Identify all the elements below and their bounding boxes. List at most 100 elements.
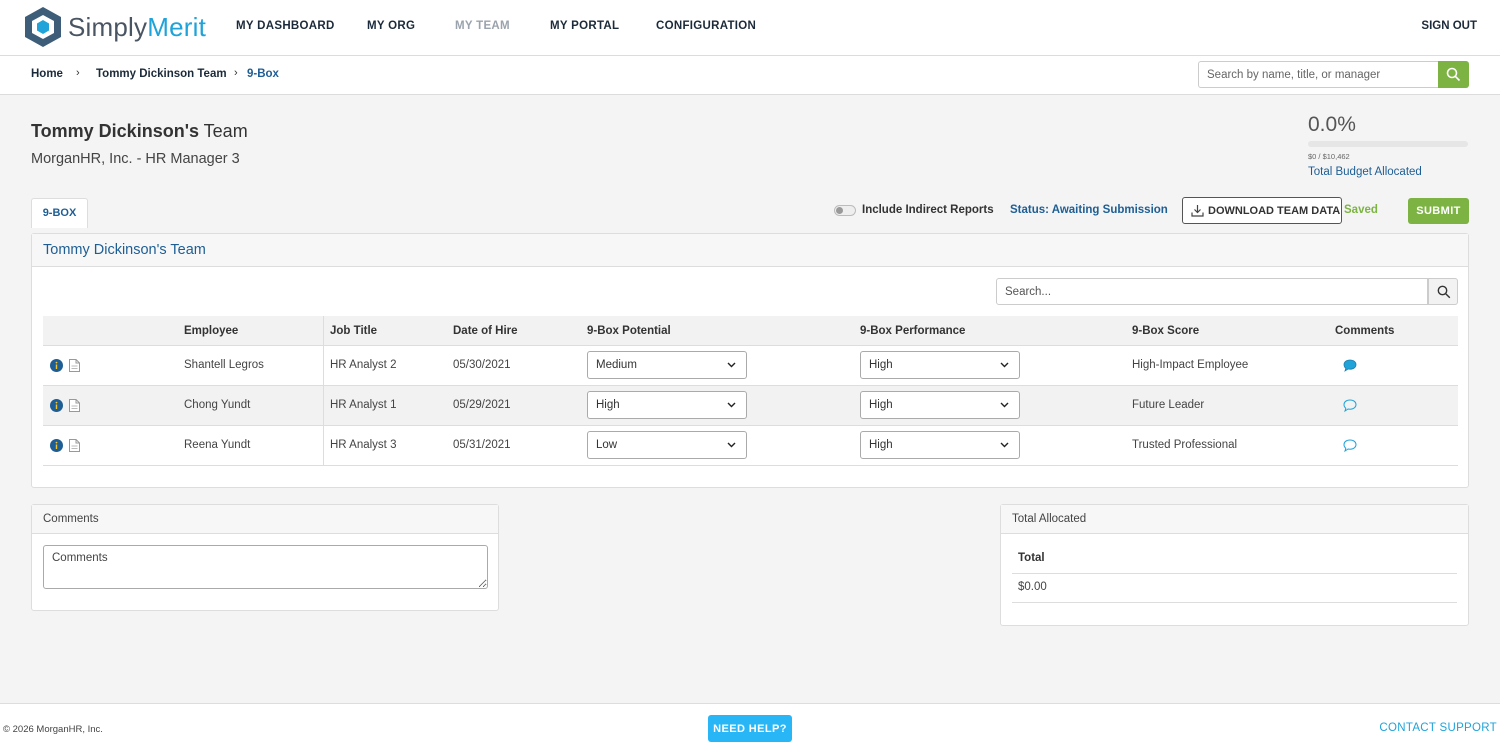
comment-outline-icon[interactable]	[1343, 439, 1357, 452]
performance-select[interactable]: High	[860, 351, 1020, 379]
breadcrumb-bar: Home › Tommy Dickinson Team › 9-Box	[0, 56, 1500, 95]
chevron-right-icon: ›	[234, 67, 238, 79]
chevron-down-icon	[1000, 402, 1009, 408]
include-indirect-toggle[interactable]	[834, 205, 856, 216]
document-icon[interactable]	[69, 439, 80, 452]
header-comments[interactable]: Comments	[1335, 325, 1394, 337]
total-label: Total	[1018, 552, 1045, 564]
total-allocated-title: Total Allocated	[1012, 513, 1087, 525]
total-allocated-panel: Total Allocated Total $0.00	[1000, 504, 1469, 626]
chevron-right-icon: ›	[76, 67, 80, 79]
table-row: Shantell Legros HR Analyst 2 05/30/2021 …	[43, 346, 1458, 386]
employee-name: Shantell Legros	[184, 359, 264, 371]
table-search-input[interactable]	[996, 278, 1428, 305]
employee-name: Chong Yundt	[184, 399, 251, 411]
potential-select[interactable]: High	[587, 391, 747, 419]
sign-out-link[interactable]: SIGN OUT	[1421, 20, 1477, 32]
need-help-button[interactable]: NEED HELP?	[708, 715, 792, 742]
budget-amount: $0 / $10,462	[1308, 152, 1350, 161]
job-title: HR Analyst 3	[330, 439, 397, 451]
total-value: $0.00	[1018, 581, 1047, 593]
status-text: Status: Awaiting Submission	[1010, 204, 1168, 216]
budget-percent: 0.0%	[1308, 113, 1356, 136]
job-title: HR Analyst 1	[330, 399, 397, 411]
page-subtitle: MorganHR, Inc. - HR Manager 3	[31, 151, 240, 167]
header-employee[interactable]: Employee	[184, 325, 238, 337]
breadcrumb-home[interactable]: Home	[31, 68, 63, 80]
nine-box-score: Trusted Professional	[1132, 439, 1238, 451]
team-panel-title: Tommy Dickinson's Team	[43, 242, 206, 258]
global-search-button[interactable]	[1438, 61, 1469, 88]
column-divider	[323, 316, 324, 466]
info-icon[interactable]	[50, 359, 63, 372]
nine-box-score: Future Leader	[1132, 399, 1205, 411]
global-search-input[interactable]	[1198, 61, 1438, 88]
hire-date: 05/29/2021	[453, 399, 511, 411]
hexagon-cube-icon	[25, 7, 61, 47]
employee-name: Reena Yundt	[184, 439, 251, 451]
breadcrumb-9-box: 9-Box	[247, 68, 279, 80]
nav-my-team[interactable]: MY TEAM	[455, 20, 510, 32]
comments-panel-title: Comments	[43, 513, 99, 525]
nav-configuration[interactable]: CONFIGURATION	[656, 20, 756, 32]
page-title: Tommy Dickinson's Team	[31, 121, 248, 141]
performance-select[interactable]: High	[860, 391, 1020, 419]
potential-select[interactable]: Medium	[587, 351, 747, 379]
document-icon[interactable]	[69, 359, 80, 372]
header-9-box-potential[interactable]: 9-Box Potential	[587, 325, 671, 337]
chevron-down-icon	[1000, 362, 1009, 368]
contact-support-link[interactable]: CONTACT SUPPORT	[1379, 722, 1497, 734]
chevron-down-icon	[1000, 442, 1009, 448]
potential-select[interactable]: Low	[587, 431, 747, 459]
team-panel-header: Tommy Dickinson's Team	[32, 234, 1468, 267]
chevron-down-icon	[727, 362, 736, 368]
budget-progress-bar	[1308, 141, 1468, 147]
divider	[1012, 602, 1457, 603]
footer: © 2026 MorganHR, Inc. NEED HELP? CONTACT…	[0, 703, 1500, 750]
submit-button[interactable]: SUBMIT	[1408, 198, 1469, 224]
info-icon[interactable]	[50, 439, 63, 452]
nav-my-portal[interactable]: MY PORTAL	[550, 20, 619, 32]
download-label: DOWNLOAD TEAM DATA	[1208, 204, 1341, 217]
search-icon	[1446, 67, 1461, 82]
tab-9-box[interactable]: 9-BOX	[31, 198, 88, 228]
header-9-box-score[interactable]: 9-Box Score	[1132, 325, 1199, 337]
info-icon[interactable]	[50, 399, 63, 412]
comment-filled-icon[interactable]	[1343, 359, 1357, 372]
team-panel: Tommy Dickinson's Team Employee Job Titl…	[31, 233, 1469, 488]
search-icon	[1437, 285, 1451, 299]
table-header: Employee Job Title Date of Hire 9-Box Po…	[43, 316, 1458, 346]
breadcrumb-team[interactable]: Tommy Dickinson Team	[96, 68, 227, 80]
header-9-box-performance[interactable]: 9-Box Performance	[860, 325, 965, 337]
chevron-down-icon	[727, 402, 736, 408]
nav-my-org[interactable]: MY ORG	[367, 20, 415, 32]
document-icon[interactable]	[69, 399, 80, 412]
table-row: Chong Yundt HR Analyst 1 05/29/2021 High…	[43, 386, 1458, 426]
divider	[1012, 573, 1457, 574]
logo[interactable]: SimplyMerit	[24, 6, 206, 48]
download-team-data-button[interactable]: DOWNLOAD TEAM DATA	[1182, 197, 1342, 224]
chevron-down-icon	[727, 442, 736, 448]
header-date-of-hire[interactable]: Date of Hire	[453, 325, 518, 337]
hire-date: 05/31/2021	[453, 439, 511, 451]
logo-text: SimplyMerit	[68, 11, 206, 42]
nine-box-score: High-Impact Employee	[1132, 359, 1249, 371]
table-row: Reena Yundt HR Analyst 3 05/31/2021 Low …	[43, 426, 1458, 466]
total-allocated-header: Total Allocated	[1001, 505, 1468, 534]
nav-my-dashboard[interactable]: MY DASHBOARD	[236, 20, 335, 32]
table-search-button[interactable]	[1428, 278, 1458, 305]
saved-indicator: Saved	[1344, 204, 1378, 216]
comments-textarea[interactable]	[43, 545, 488, 589]
comments-panel: Comments	[31, 504, 499, 611]
comment-outline-icon[interactable]	[1343, 399, 1357, 412]
top-nav: SimplyMerit MY DASHBOARD MY ORG MY TEAM …	[0, 0, 1500, 56]
job-title: HR Analyst 2	[330, 359, 397, 371]
header-job-title[interactable]: Job Title	[330, 325, 377, 337]
performance-select[interactable]: High	[860, 431, 1020, 459]
include-indirect-label: Include Indirect Reports	[862, 204, 994, 216]
toggle-knob	[836, 207, 843, 214]
total-budget-allocated-link[interactable]: Total Budget Allocated	[1308, 166, 1422, 178]
download-icon	[1191, 205, 1204, 217]
copyright: © 2026 MorganHR, Inc.	[3, 724, 103, 735]
hire-date: 05/30/2021	[453, 359, 511, 371]
